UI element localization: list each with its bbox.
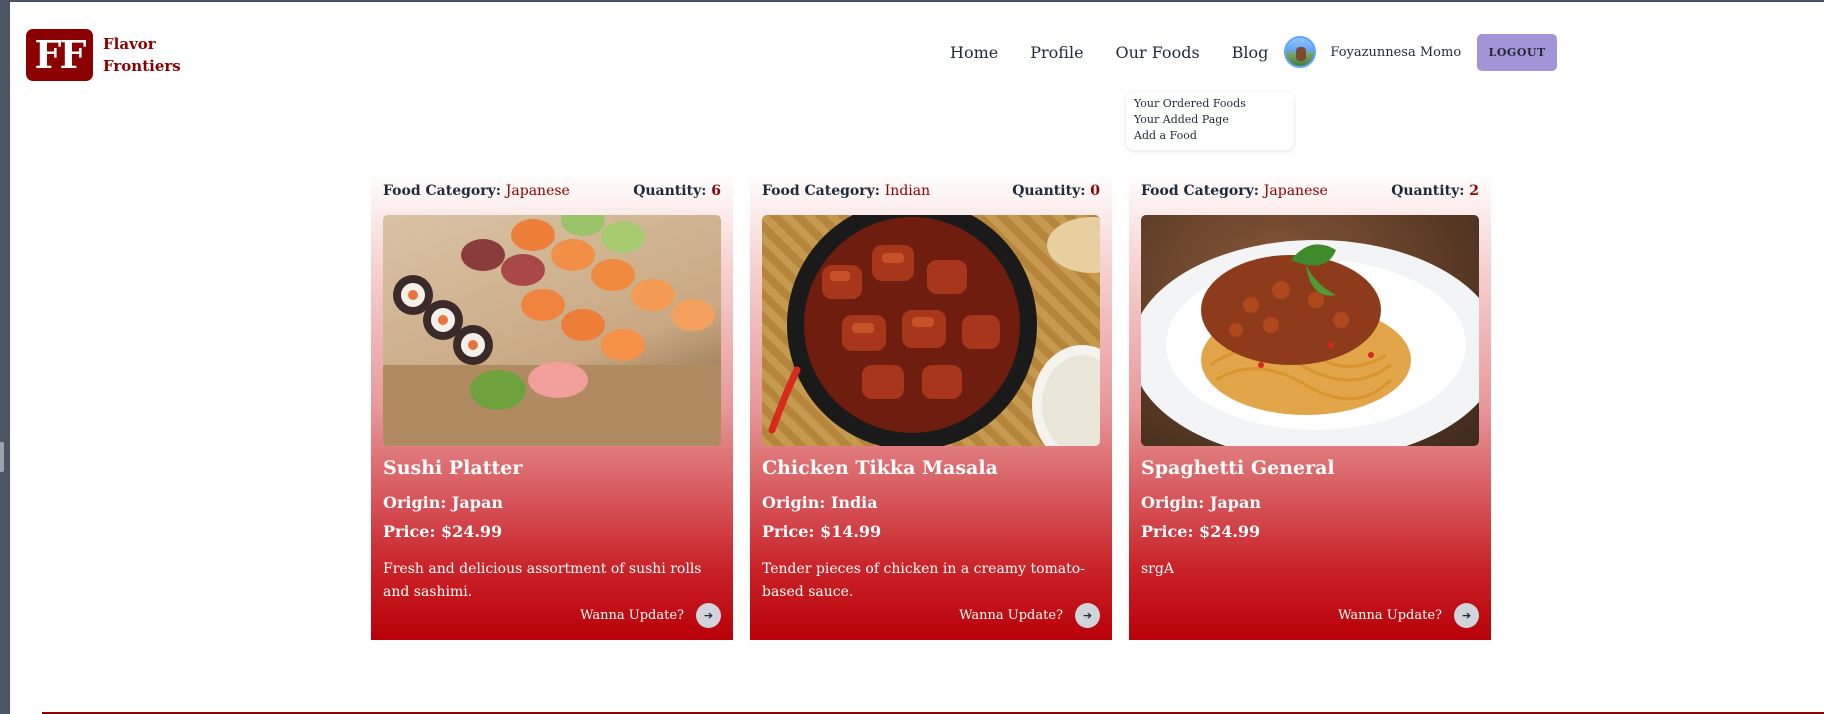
origin-label: Origin: (1141, 493, 1205, 512)
update-label: Wanna Update? (580, 608, 684, 623)
brand-name-line1: Flavor (103, 35, 156, 53)
food-card: Food Category: Japanese Quantity: 6 Sush… (371, 172, 733, 640)
quantity-label: Quantity: (633, 183, 707, 199)
window-top-border (0, 0, 1824, 2)
brand-name: Flavor Frontiers (103, 33, 181, 77)
origin-label: Origin: (383, 493, 447, 512)
window-left-border (0, 0, 10, 714)
food-price: Price: $24.99 (383, 522, 721, 544)
category-value: Indian (884, 183, 931, 199)
food-origin: Origin: India (762, 493, 1100, 515)
food-category: Food Category: Indian (762, 183, 930, 203)
food-origin: Origin: Japan (383, 493, 721, 515)
nav-home[interactable]: Home (950, 43, 998, 62)
side-tab[interactable] (0, 442, 4, 472)
nav-blog[interactable]: Blog (1232, 43, 1269, 62)
food-card: Food Category: Japanese Quantity: 2 Spag… (1129, 172, 1491, 640)
price-value: $14.99 (819, 522, 882, 541)
food-image (1141, 215, 1479, 446)
food-category: Food Category: Japanese (383, 183, 570, 203)
food-quantity: Quantity: 6 (633, 183, 721, 203)
quantity-label: Quantity: (1391, 183, 1465, 199)
category-value: Japanese (505, 183, 570, 199)
quantity-label: Quantity: (1012, 183, 1086, 199)
main-nav: Home Profile Our Foods Blog Foyazunnesa … (950, 31, 1558, 73)
food-image (383, 215, 721, 446)
price-label: Price: (383, 522, 436, 541)
category-label: Food Category: (762, 183, 880, 199)
food-title: Sushi Platter (383, 457, 523, 479)
food-description: Fresh and delicious assortment of sushi … (383, 561, 702, 600)
update-link[interactable]: Wanna Update? ➔ (580, 603, 721, 628)
card-header: Food Category: Japanese Quantity: 2 (1141, 183, 1479, 203)
update-label: Wanna Update? (959, 608, 1063, 623)
food-origin: Origin: Japan (1141, 493, 1479, 515)
arrow-right-icon[interactable]: ➔ (696, 603, 721, 628)
price-value: $24.99 (1198, 522, 1261, 541)
category-label: Food Category: (383, 183, 501, 199)
category-label: Food Category: (1141, 183, 1259, 199)
dropdown-ordered-foods[interactable]: Your Ordered Foods (1134, 96, 1286, 112)
logout-button[interactable]: LOGOUT (1477, 33, 1558, 71)
food-quantity: Quantity: 2 (1391, 183, 1479, 203)
origin-value: India (830, 493, 878, 512)
quantity-value: 0 (1090, 183, 1100, 199)
user-avatar[interactable] (1284, 36, 1317, 68)
food-description: Tender pieces of chicken in a creamy tom… (762, 561, 1085, 600)
food-title: Chicken Tikka Masala (762, 457, 998, 479)
user-name: Foyazunnesa Momo (1330, 44, 1462, 60)
update-link[interactable]: Wanna Update? ➔ (1338, 603, 1479, 628)
profile-dropdown: Your Ordered Foods Your Added Page Add a… (1126, 92, 1294, 150)
food-title: Spaghetti General (1141, 457, 1335, 479)
card-header: Food Category: Indian Quantity: 0 (762, 183, 1100, 203)
quantity-value: 2 (1469, 183, 1479, 199)
dropdown-add-food[interactable]: Add a Food (1134, 128, 1286, 144)
food-quantity: Quantity: 0 (1012, 183, 1100, 203)
nav-our-foods[interactable]: Our Foods (1116, 43, 1200, 62)
brand-logo[interactable]: FF Flavor Frontiers (26, 29, 181, 81)
food-price: Price: $24.99 (1141, 522, 1479, 544)
price-label: Price: (1141, 522, 1194, 541)
logo-mark: FF (26, 29, 93, 81)
quantity-value: 6 (711, 183, 721, 199)
food-image (762, 215, 1100, 446)
update-label: Wanna Update? (1338, 608, 1442, 623)
brand-name-line2: Frontiers (103, 57, 181, 75)
food-card: Food Category: Indian Quantity: 0 Chicke… (750, 172, 1112, 640)
origin-label: Origin: (762, 493, 826, 512)
category-value: Japanese (1263, 183, 1328, 199)
update-link[interactable]: Wanna Update? ➔ (959, 603, 1100, 628)
price-label: Price: (762, 522, 815, 541)
arrow-right-icon[interactable]: ➔ (1075, 603, 1100, 628)
price-value: $24.99 (440, 522, 503, 541)
dropdown-added-page[interactable]: Your Added Page (1134, 112, 1286, 128)
nav-profile[interactable]: Profile (1030, 43, 1083, 62)
card-header: Food Category: Japanese Quantity: 6 (383, 183, 721, 203)
food-description: srgA (1141, 561, 1174, 577)
food-category: Food Category: Japanese (1141, 183, 1328, 203)
origin-value: Japan (1209, 493, 1261, 512)
food-price: Price: $14.99 (762, 522, 1100, 544)
arrow-right-icon[interactable]: ➔ (1454, 603, 1479, 628)
origin-value: Japan (451, 493, 503, 512)
